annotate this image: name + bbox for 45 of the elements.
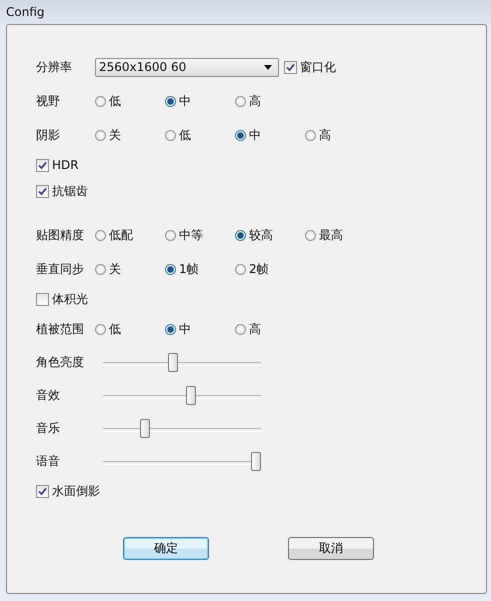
checkbox[interactable]: 抗锯齿 xyxy=(36,182,88,200)
setting-label: 音乐 xyxy=(36,420,61,437)
setting-label: 角色亮度 xyxy=(36,354,85,371)
setting-label: 分辨率 xyxy=(36,58,73,76)
caret-icon xyxy=(264,64,272,70)
radio-option[interactable]: 最高 xyxy=(305,226,375,244)
windowed-checkbox[interactable]: 窗口化 xyxy=(284,58,336,76)
radio-option[interactable]: 高 xyxy=(305,126,375,144)
radio-option[interactable]: 低 xyxy=(165,126,235,144)
radio-option[interactable]: 高 xyxy=(235,320,305,338)
radio-option[interactable]: 关 xyxy=(95,260,165,278)
setting-label: 植被范围 xyxy=(36,320,85,338)
slider[interactable] xyxy=(103,418,261,440)
checkmark-icon xyxy=(37,160,48,170)
checkmark-icon xyxy=(285,62,296,72)
radio-option[interactable]: 低 xyxy=(95,320,165,338)
radio-option[interactable]: 较高 xyxy=(235,226,305,244)
radio-option[interactable]: 低 xyxy=(95,92,165,110)
checkmark-icon xyxy=(37,186,48,196)
checkmark-icon xyxy=(37,486,48,496)
setting-label: 音效 xyxy=(36,387,61,404)
radio-option[interactable]: 中等 xyxy=(165,226,235,244)
slider[interactable] xyxy=(103,384,261,406)
checkbox[interactable]: HDR xyxy=(36,158,79,172)
radio-option[interactable]: 关 xyxy=(95,126,165,144)
setting-label: 语音 xyxy=(36,453,61,470)
radio-option[interactable]: 中 xyxy=(165,92,235,110)
radio-option[interactable]: 1帧 xyxy=(165,260,235,278)
radio-option[interactable]: 低配 xyxy=(95,226,165,244)
radio-option[interactable]: 2帧 xyxy=(235,260,305,278)
cancel-button[interactable]: 取消 xyxy=(288,537,374,560)
setting-label: 阴影 xyxy=(36,126,61,144)
setting-label: 视野 xyxy=(36,92,61,110)
setting-label: 垂直同步 xyxy=(36,260,85,278)
checkbox[interactable]: 体积光 xyxy=(36,290,88,308)
resolution-dropdown[interactable]: 2560x1600 60 xyxy=(95,58,279,76)
setting-label: 贴图精度 xyxy=(36,226,85,244)
slider[interactable] xyxy=(103,450,261,472)
radio-option[interactable]: 中 xyxy=(235,126,305,144)
window-title: Config xyxy=(6,5,45,19)
slider[interactable] xyxy=(103,352,261,374)
radio-option[interactable]: 高 xyxy=(235,92,305,110)
radio-option[interactable]: 中 xyxy=(165,320,235,338)
checkbox[interactable]: 水面倒影 xyxy=(36,482,100,500)
ok-button[interactable]: 确定 xyxy=(123,537,209,560)
